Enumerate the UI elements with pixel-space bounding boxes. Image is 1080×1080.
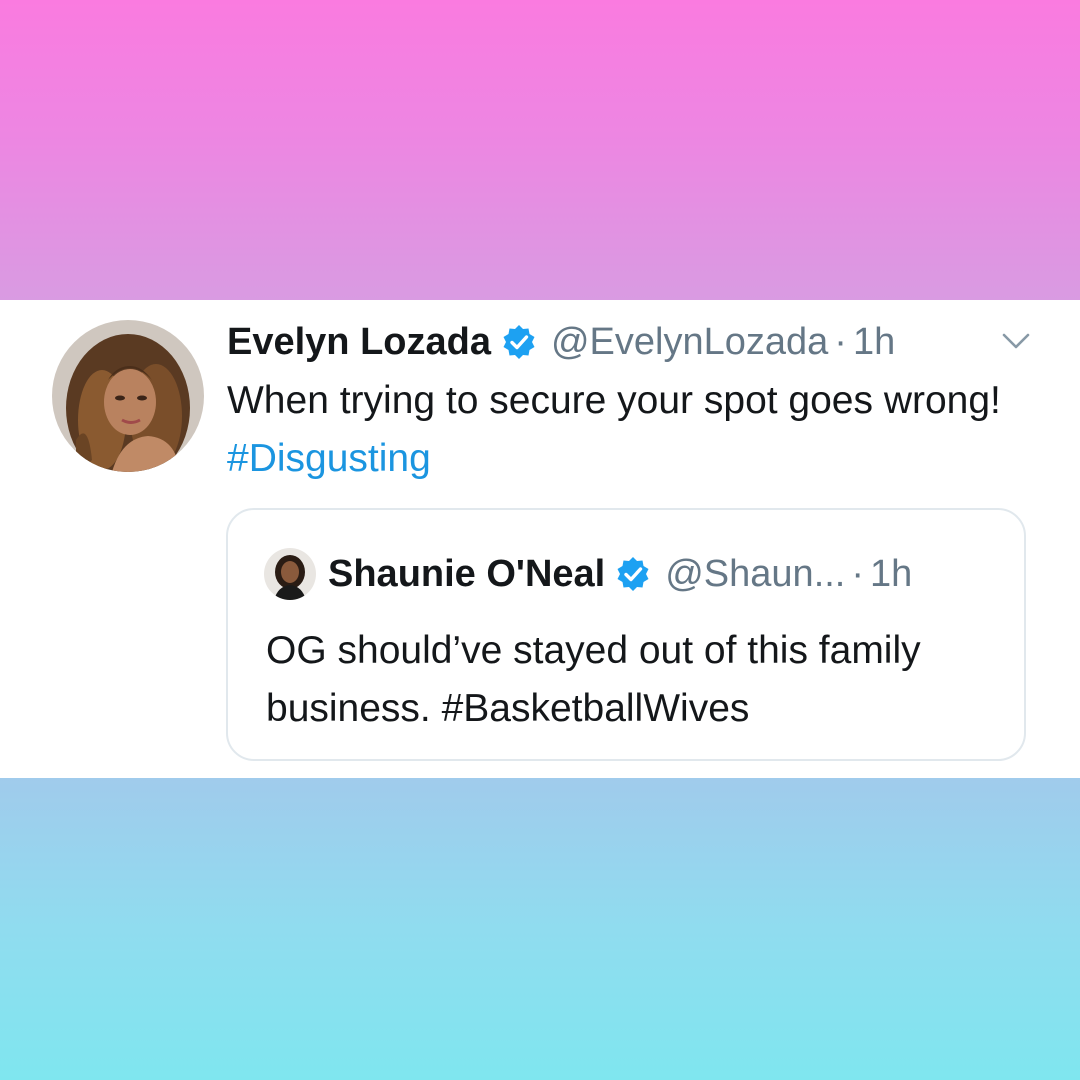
hashtag-link[interactable]: #Disgusting — [227, 437, 431, 480]
quoted-author-name[interactable]: Shaunie O'Neal — [328, 553, 605, 596]
quoted-author-handle[interactable]: @Shaun... — [665, 553, 845, 596]
quoted-author-avatar[interactable] — [264, 548, 316, 600]
quoted-tweet-text: OG should’ve stayed out of this family b… — [266, 629, 921, 730]
tweet-header: Evelyn Lozada @EvelynLozada · 1h — [227, 318, 895, 366]
author-name[interactable]: Evelyn Lozada — [227, 321, 491, 364]
verified-badge-icon — [501, 324, 537, 360]
quoted-tweet-timestamp[interactable]: 1h — [870, 553, 912, 596]
tweet-text: When trying to secure your spot goes wro… — [227, 372, 1027, 488]
quoted-tweet-header: Shaunie O'Neal @Shaun... · 1h — [264, 548, 912, 600]
author-avatar[interactable] — [52, 320, 204, 472]
tweet-card[interactable]: Evelyn Lozada @EvelynLozada · 1h When tr… — [0, 300, 1080, 778]
tweet-text-body: When trying to secure your spot goes wro… — [227, 379, 1001, 422]
background-top-gradient — [0, 0, 1080, 300]
quoted-header-separator: · — [851, 552, 865, 595]
header-separator: · — [834, 320, 847, 363]
verified-badge-icon — [615, 556, 651, 592]
quoted-tweet[interactable]: Shaunie O'Neal @Shaun... · 1h OG should’… — [226, 508, 1026, 761]
chevron-down-icon[interactable] — [1000, 330, 1032, 352]
background-bottom-gradient — [0, 778, 1080, 1080]
author-handle[interactable]: @EvelynLozada — [551, 321, 828, 364]
tweet-timestamp[interactable]: 1h — [853, 321, 895, 364]
